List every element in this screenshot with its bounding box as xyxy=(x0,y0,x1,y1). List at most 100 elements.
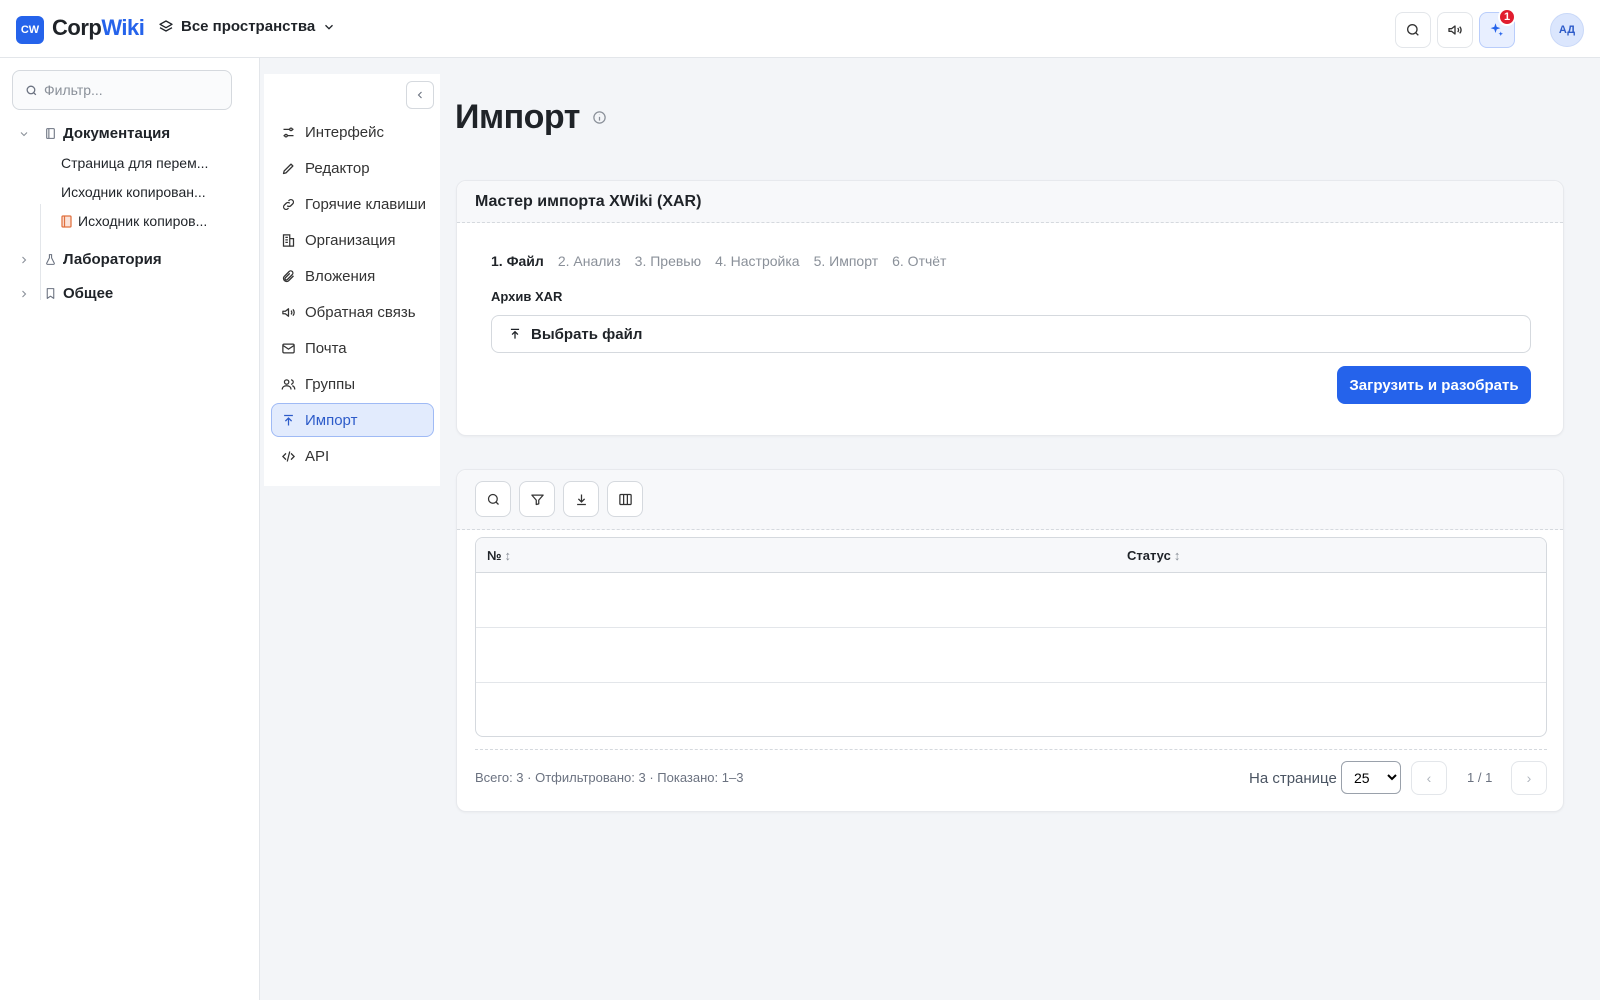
step-file[interactable]: 1. Файл xyxy=(491,253,544,269)
chevron-down-icon[interactable] xyxy=(18,128,30,140)
wizard-title: Мастер импорта XWiki (XAR) xyxy=(457,181,1563,223)
step-settings[interactable]: 4. Настройка xyxy=(715,253,800,269)
notification-badge: 1 xyxy=(1498,8,1516,26)
choose-file-label: Выбрать файл xyxy=(531,325,643,343)
tree-item-page[interactable]: Страница для перем... xyxy=(61,155,208,171)
wizard-steps: 1. Файл 2. Анализ 3. Превью 4. Настройка… xyxy=(491,253,946,269)
megaphone-icon xyxy=(281,305,296,320)
nav-item-label: Горячие клавиши xyxy=(305,195,427,213)
table-search-button[interactable] xyxy=(475,481,511,517)
search-icon xyxy=(1405,22,1421,38)
tree-item-page[interactable]: Исходник копиров... xyxy=(61,213,207,229)
tree-filter-input[interactable] xyxy=(44,82,214,98)
per-page-select[interactable]: 102550100 xyxy=(1341,761,1401,794)
mail-icon xyxy=(281,341,296,356)
tree-item-label: Страница для перем... xyxy=(61,155,209,171)
per-page-label: На странице xyxy=(1249,770,1337,787)
nav-item-label: Вложения xyxy=(305,267,376,285)
link-icon xyxy=(281,197,296,212)
tree-item-label: Общее xyxy=(63,285,114,302)
nav-item-organization[interactable]: Организация xyxy=(271,223,434,257)
table-row[interactable] xyxy=(476,683,1546,736)
tree-item-label: Документация xyxy=(63,125,171,142)
table-columns-button[interactable] xyxy=(607,481,643,517)
nav-item-label: API xyxy=(305,447,330,465)
space-sidebar: Документация Страница для перем... Исход… xyxy=(0,58,260,1000)
search-button[interactable] xyxy=(1395,12,1431,48)
search-icon xyxy=(25,84,38,97)
tree-item-page[interactable]: Исходник копирован... xyxy=(61,184,206,200)
nav-item-editor[interactable]: Редактор xyxy=(271,151,434,185)
space-switcher-label: Все пространства xyxy=(181,18,316,35)
upload-icon xyxy=(281,413,296,428)
chevron-right-icon[interactable] xyxy=(18,288,30,300)
tree-item-label: Исходник копирован... xyxy=(61,184,206,200)
nav-item-feedback[interactable]: Обратная связь xyxy=(271,295,434,329)
search-icon xyxy=(486,492,501,507)
paperclip-icon xyxy=(281,269,296,284)
announcements-button[interactable] xyxy=(1437,12,1473,48)
nav-item-label: Организация xyxy=(305,231,396,249)
nav-item-hotkeys[interactable]: Горячие клавиши xyxy=(271,187,434,221)
column-header-label: № xyxy=(487,548,502,563)
prev-page-button[interactable]: ‹ xyxy=(1411,761,1447,795)
upload-and-parse-button[interactable]: Загрузить и разобрать xyxy=(1337,366,1531,404)
column-header-label: Статус xyxy=(1127,548,1171,563)
table-row[interactable] xyxy=(476,573,1546,628)
space-switcher[interactable]: Все пространства xyxy=(158,18,336,35)
filter-icon xyxy=(530,492,545,507)
nav-item-api[interactable]: API xyxy=(271,439,434,473)
nav-item-mail[interactable]: Почта xyxy=(271,331,434,365)
logo[interactable]: CorpWiki xyxy=(52,15,145,41)
page-copy-icon xyxy=(61,214,72,228)
table-summary: Всего: 3 · Отфильтровано: 3 · Показано: … xyxy=(475,770,744,785)
step-import[interactable]: 5. Импорт xyxy=(814,253,879,269)
nav-item-label: Интерфейс xyxy=(305,123,385,141)
bookmark-icon xyxy=(44,287,57,300)
nav-item-groups[interactable]: Группы xyxy=(271,367,434,401)
users-icon xyxy=(281,377,296,392)
nav-item-import[interactable]: Импорт xyxy=(271,403,434,437)
table-row[interactable] xyxy=(476,628,1546,683)
nav-item-label: Редактор xyxy=(305,159,370,177)
nav-item-interface[interactable]: Интерфейс xyxy=(271,115,434,149)
upload-icon xyxy=(508,327,522,341)
nav-item-label: Обратная связь xyxy=(305,303,416,321)
tree-item-documentation[interactable]: Документация xyxy=(18,125,170,142)
next-page-button[interactable]: › xyxy=(1511,761,1547,795)
chevron-left-icon xyxy=(414,89,426,101)
logo-text-corp: Corp xyxy=(52,15,102,40)
step-report[interactable]: 6. Отчёт xyxy=(892,253,946,269)
avatar[interactable]: АД xyxy=(1550,13,1584,47)
table-header: № ↕ Статус ↕ xyxy=(476,538,1546,573)
chevron-right-icon[interactable] xyxy=(18,254,30,266)
import-jobs-table: № ↕ Статус ↕ xyxy=(475,537,1547,737)
column-header-status[interactable]: Статус ↕ xyxy=(1127,548,1180,563)
nav-item-label: Импорт xyxy=(305,411,358,429)
nav-item-label: Почта xyxy=(305,339,347,357)
tree-filter[interactable] xyxy=(12,70,232,110)
column-header-number[interactable]: № ↕ xyxy=(487,548,511,563)
tree-item-label: Исходник копиров... xyxy=(78,213,208,229)
step-preview[interactable]: 3. Превью xyxy=(635,253,701,269)
step-analysis[interactable]: 2. Анализ xyxy=(558,253,621,269)
choose-file-button[interactable]: Выбрать файл xyxy=(491,315,1531,353)
sliders-icon xyxy=(281,125,296,140)
logo-text-wiki: Wiki xyxy=(101,15,145,40)
info-icon[interactable] xyxy=(592,110,607,125)
pencil-icon xyxy=(281,161,296,176)
table-toolbar xyxy=(457,470,1563,530)
tree-item-general[interactable]: Общее xyxy=(18,285,113,302)
code-icon xyxy=(281,449,296,464)
logo-badge[interactable]: CW xyxy=(16,16,44,44)
ai-assistant-button[interactable]: 1 xyxy=(1479,8,1516,48)
settings-nav: Интерфейс Редактор Горячие клавиши Орган… xyxy=(264,74,440,486)
tree-item-lab[interactable]: Лаборатория xyxy=(18,251,162,268)
tree-item-label: Лаборатория xyxy=(63,251,162,268)
table-filter-button[interactable] xyxy=(519,481,555,517)
nav-item-attachments[interactable]: Вложения xyxy=(271,259,434,293)
page-indicator: 1 / 1 xyxy=(1467,770,1493,785)
collapse-nav-button[interactable] xyxy=(406,81,434,109)
xar-archive-label: Архив XAR xyxy=(491,289,563,304)
table-export-button[interactable] xyxy=(563,481,599,517)
